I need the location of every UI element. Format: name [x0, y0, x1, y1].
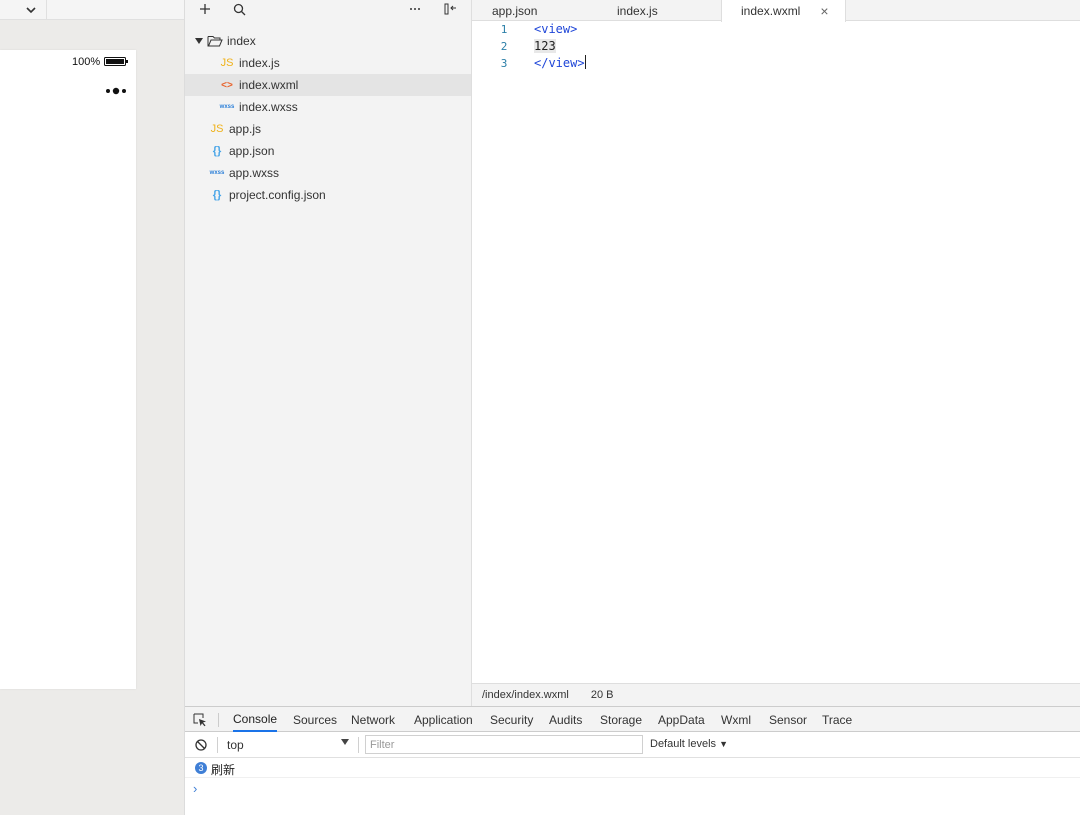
tree-item-label: app.json	[229, 144, 275, 158]
js-file-icon: JS	[220, 57, 234, 69]
toolbar-divider	[217, 737, 218, 753]
tab-sources[interactable]: Sources	[293, 707, 337, 732]
tab-console[interactable]: Console	[233, 707, 278, 732]
tab-app-json[interactable]: app.json	[492, 0, 537, 21]
tree-file-index-wxml[interactable]: <> index.wxml	[185, 74, 471, 96]
more-dots-icon[interactable]	[104, 85, 128, 97]
tab-application[interactable]: Application	[414, 707, 473, 732]
battery-percent: 100%	[72, 56, 101, 68]
clear-console-icon[interactable]	[195, 739, 207, 751]
code-tag: <view>	[534, 22, 578, 36]
dropdown-arrow-icon: ▼	[719, 739, 729, 749]
tree-item-label: index.wxml	[239, 78, 299, 92]
tab-appdata[interactable]: AppData	[658, 707, 705, 732]
console-toolbar: top Default levels ▼	[185, 732, 1080, 758]
line-number: 1	[500, 23, 508, 36]
close-icon[interactable]: ×	[820, 3, 828, 19]
plus-icon[interactable]	[197, 0, 213, 18]
folder-open-icon	[207, 36, 223, 47]
code-line: 2 123	[472, 38, 1080, 55]
tree-file-index-wxss[interactable]: wxss index.wxss	[185, 96, 471, 118]
simulator-panel: 100%	[0, 0, 185, 815]
tree-item-label: index.js	[239, 56, 280, 70]
dropdown-arrow-icon[interactable]	[341, 738, 349, 746]
ellipsis-icon[interactable]	[407, 0, 423, 18]
devtools-panel: Console Sources Network Application Secu…	[185, 706, 1080, 815]
console-prompt[interactable]: ›	[193, 781, 197, 796]
tree-file-app-json[interactable]: {} app.json	[185, 140, 471, 162]
code-tag: </view>	[534, 56, 585, 70]
tab-divider	[218, 713, 219, 727]
simulator-toolbar	[0, 0, 184, 20]
editor-statusbar: /index/index.wxml 20 B	[472, 683, 1080, 706]
tree-file-project-config[interactable]: {} project.config.json	[185, 184, 471, 206]
toolbar-divider	[358, 737, 359, 753]
tab-label: index.js	[617, 3, 658, 18]
chevron-down-icon[interactable]	[22, 1, 40, 19]
message-count-badge: 3	[195, 762, 207, 774]
tab-security[interactable]: Security	[490, 707, 533, 732]
tab-index-wxml[interactable]: index.wxml ×	[721, 0, 846, 22]
tree-item-label: index	[227, 34, 256, 48]
battery-icon	[104, 57, 128, 66]
tab-sensor[interactable]: Sensor	[769, 707, 807, 732]
inspect-element-icon[interactable]	[193, 707, 209, 732]
tree-file-app-wxss[interactable]: wxss app.wxss	[185, 162, 471, 184]
js-file-icon: JS	[210, 123, 224, 135]
status-file-path: /index/index.wxml	[482, 689, 569, 701]
tree-file-app-js[interactable]: JS app.js	[185, 118, 471, 140]
filter-box	[365, 735, 643, 754]
tab-label: index.wxml	[741, 4, 801, 18]
tree-item-label: index.wxss	[239, 100, 298, 114]
tree-item-label: app.js	[229, 122, 262, 136]
tab-audits[interactable]: Audits	[549, 707, 582, 732]
wxss-file-icon: wxss	[209, 170, 225, 176]
line-number: 2	[500, 40, 508, 53]
tab-trace[interactable]: Trace	[822, 707, 852, 732]
tab-storage[interactable]: Storage	[600, 707, 642, 732]
search-icon[interactable]	[231, 0, 247, 18]
json-file-icon: {}	[212, 145, 222, 157]
devtools-tabs: Console Sources Network Application Secu…	[185, 707, 1080, 732]
editor-tabs: app.json index.js index.wxml ×	[472, 0, 1080, 22]
log-levels-select[interactable]: Default levels ▼	[650, 738, 728, 750]
toolbar-divider	[46, 0, 47, 20]
tab-wxml[interactable]: Wxml	[721, 707, 751, 732]
context-select[interactable]: top	[227, 738, 244, 752]
line-number: 3	[500, 57, 508, 70]
phone-screen[interactable]	[0, 50, 136, 689]
code-editor: app.json index.js index.wxml × 1 <view> …	[472, 0, 1080, 706]
filter-input[interactable]	[366, 736, 642, 753]
caret-down-icon	[195, 38, 203, 44]
tree-item-label: app.wxss	[229, 166, 280, 180]
json-file-icon: {}	[212, 189, 222, 201]
log-levels-label: Default levels	[650, 738, 717, 750]
status-file-size: 20 B	[590, 689, 614, 701]
code-line: 3 </view>	[472, 55, 1080, 72]
code-text: 123	[534, 39, 556, 53]
message-text: 刷新	[211, 763, 236, 777]
tab-index-js[interactable]: index.js	[617, 0, 658, 21]
tree-folder-index[interactable]: index	[185, 30, 471, 52]
code-line: 1 <view>	[472, 21, 1080, 38]
tab-network[interactable]: Network	[351, 707, 395, 732]
tree-item-label: project.config.json	[229, 188, 326, 202]
text-cursor	[584, 55, 586, 69]
collapse-panel-icon[interactable]	[443, 0, 459, 18]
wxml-file-icon: <>	[221, 79, 233, 91]
wxss-file-icon: wxss	[219, 104, 235, 110]
explorer-toolbar	[185, 0, 471, 20]
console-message[interactable]: 3 刷新	[185, 758, 1080, 778]
tab-label: app.json	[492, 3, 538, 18]
file-explorer: index JS index.js <> index.wxml wxss ind…	[185, 0, 472, 706]
tree-file-index-js[interactable]: JS index.js	[185, 52, 471, 74]
